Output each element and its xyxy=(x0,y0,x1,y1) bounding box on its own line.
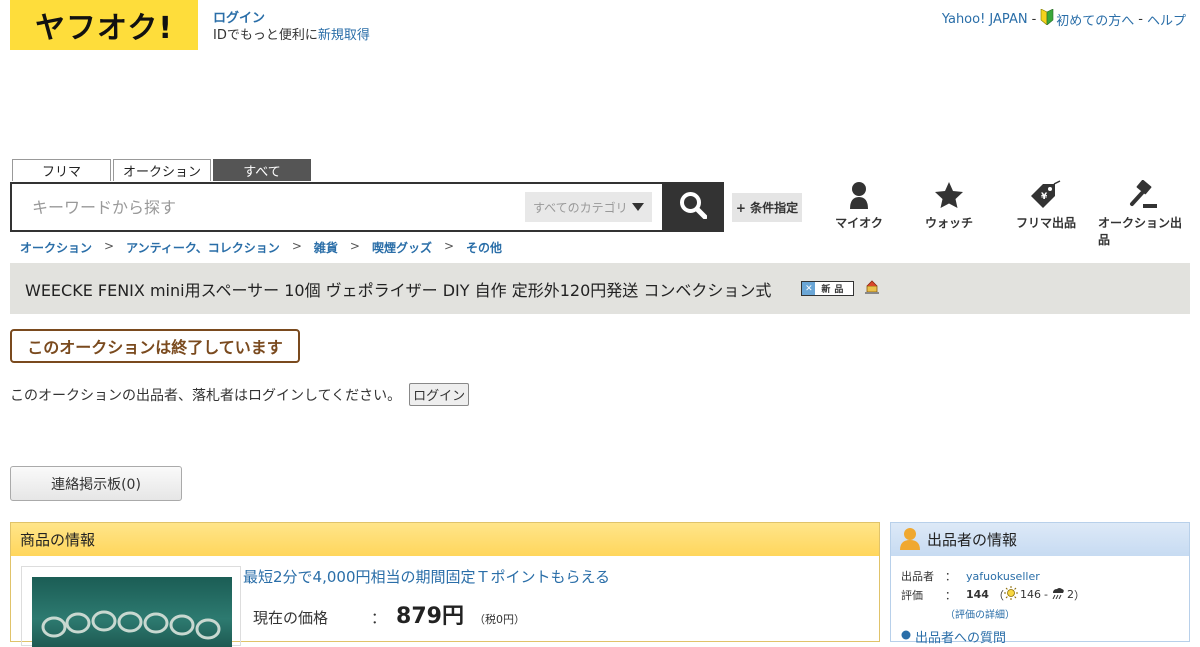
nav-watch-label: ウォッチ xyxy=(924,216,973,230)
star-icon xyxy=(934,180,964,210)
rating-colon: ： xyxy=(945,588,956,602)
item-title-bar: WEECKE FENIX mini用スペーサー 10個 ヴェポライザー DIY … xyxy=(10,263,1190,314)
rating-close: ） xyxy=(1073,588,1085,602)
price-colon: ： xyxy=(371,609,387,627)
login-link[interactable]: ログイン xyxy=(213,11,265,26)
beginner-label: 初めての方へ xyxy=(1056,13,1135,29)
tpoint-promo-link[interactable]: 最短2分で4,000円相当の期間固定Ｔポイントもらえる xyxy=(243,566,610,587)
breadcrumb-sep: > xyxy=(349,239,360,253)
top-links: Yahoo! JAPAN - 初めての方へ - ヘルプ xyxy=(942,8,1186,29)
seller-info-panel: 出品者の情報 出品者 ： yafuokuseller 評価 ： 144 （ 14… xyxy=(890,522,1190,646)
price-label: 現在の価格 xyxy=(253,609,329,627)
svg-text:¥: ¥ xyxy=(1041,192,1048,202)
category-select-label: すべてのカテゴリ xyxy=(533,200,628,215)
rating-dash: - xyxy=(1043,588,1048,601)
top-link-sep: - xyxy=(1138,11,1143,27)
price-tag-icon: ¥ xyxy=(1029,180,1063,210)
nav-myauc[interactable]: マイオク xyxy=(833,180,885,231)
seller-row: 出品者 ： yafuokuseller xyxy=(901,568,1179,584)
breadcrumb: オークション > アンティーク、コレクション > 雑貨 > 喫煙グッズ > その… xyxy=(20,239,502,256)
price-row: 現在の価格 ： 879円 （税0円） xyxy=(253,598,525,630)
gavel-icon xyxy=(1129,180,1159,210)
item-info-header: 商品の情報 xyxy=(11,523,879,556)
nav-myauc-label: マイオク xyxy=(835,216,883,230)
beginner-link[interactable]: 初めての方へ xyxy=(1040,8,1135,29)
seller-colon: ： xyxy=(945,570,956,583)
rating-detail-link[interactable]: （評価の詳細） xyxy=(945,606,1179,621)
rain-bad-icon xyxy=(1051,587,1065,602)
rating-bad: 2 xyxy=(1066,588,1074,601)
seller-info-title: 出品者の情報 xyxy=(927,531,1018,549)
sun-good-icon xyxy=(1003,586,1018,603)
current-price: 879円 xyxy=(396,604,464,629)
tab-all[interactable]: すべて xyxy=(213,159,311,181)
price-tax: （税0円） xyxy=(473,613,525,626)
item-thumbnail[interactable] xyxy=(32,577,232,647)
condition-button[interactable]: + 条件指定 xyxy=(732,193,802,222)
nav-watch[interactable]: ウォッチ xyxy=(922,180,976,231)
search-tabs: フリマ オークション すべて xyxy=(12,159,311,181)
new-badge-label: 新品 xyxy=(821,285,848,295)
rating-open: （ xyxy=(992,588,1004,602)
rating-row: 評価 ： 144 （ 146 - 2 ） xyxy=(901,586,1179,603)
yahoo-japan-link[interactable]: Yahoo! JAPAN xyxy=(942,12,1028,27)
nav-flea-sell[interactable]: ¥ フリマ出品 xyxy=(1016,180,1076,231)
breadcrumb-item[interactable]: アンティーク、コレクション xyxy=(126,239,280,256)
auction-ended-banner: このオークションは終了しています xyxy=(10,329,300,363)
rating-total[interactable]: 144 xyxy=(966,588,989,601)
item-title: WEECKE FENIX mini用スペーサー 10個 ヴェポライザー DIY … xyxy=(25,280,772,300)
seller-info-header: 出品者の情報 xyxy=(891,523,1189,556)
search-box: すべてのカテゴリ xyxy=(10,182,664,232)
tab-auction[interactable]: オークション xyxy=(113,159,211,181)
breadcrumb-sep: > xyxy=(443,239,455,253)
rating-good: 146 xyxy=(1019,588,1041,601)
beginner-mark-icon xyxy=(1040,8,1054,29)
login-message: このオークションの出品者、落札者はログインしてください。 xyxy=(10,387,402,404)
breadcrumb-item[interactable]: 雑貨 xyxy=(314,239,338,256)
shipping-icon xyxy=(864,279,880,298)
rating-label: 評価 xyxy=(901,588,923,602)
breadcrumb-sep: > xyxy=(104,239,115,253)
nav-flea-sell-label: フリマ出品 xyxy=(1016,216,1077,230)
search-button[interactable] xyxy=(662,182,724,232)
nav-auction-sell-label: オークション出品 xyxy=(1098,216,1183,247)
nav-auction-sell[interactable]: オークション出品 xyxy=(1098,180,1190,248)
breadcrumb-item[interactable]: オークション xyxy=(20,239,92,256)
login-block: ログイン IDでもっと便利に新規取得 xyxy=(213,10,370,44)
new-item-badge: ✕ 新品 xyxy=(801,281,855,296)
yahuoku-logo[interactable]: ヤフオク! xyxy=(10,0,198,50)
search-icon xyxy=(679,191,708,223)
breadcrumb-item[interactable]: 喫煙グッズ xyxy=(372,239,432,256)
seller-avatar-icon xyxy=(899,526,921,554)
login-message-row: このオークションの出品者、落札者はログインしてください。 ログイン xyxy=(10,383,470,406)
register-link[interactable]: 新規取得 xyxy=(318,28,370,43)
breadcrumb-sep: > xyxy=(291,239,302,253)
login-button[interactable]: ログイン xyxy=(409,383,470,406)
help-link[interactable]: ヘルプ xyxy=(1147,10,1186,29)
seller-details: 出品者 ： yafuokuseller 評価 ： 144 （ 146 - 2 ）… xyxy=(891,556,1189,647)
seller-label: 出品者 xyxy=(901,570,934,583)
search-input[interactable] xyxy=(12,186,525,228)
new-badge-icon: ✕ xyxy=(802,282,816,295)
seller-name-link[interactable]: yafuokuseller xyxy=(966,570,1040,583)
tab-flea[interactable]: フリマ xyxy=(12,159,111,181)
breadcrumb-item[interactable]: その他 xyxy=(466,239,502,256)
person-icon xyxy=(848,180,870,210)
top-link-sep: - xyxy=(1031,11,1037,27)
contact-board-button[interactable]: 連絡掲示板(0) xyxy=(10,466,182,501)
login-subtext: IDでもっと便利に xyxy=(213,28,318,43)
item-thumbnail-frame xyxy=(21,566,241,647)
caret-down-icon xyxy=(632,200,644,214)
category-select[interactable]: すべてのカテゴリ xyxy=(525,192,652,222)
bullet-icon xyxy=(901,629,911,644)
